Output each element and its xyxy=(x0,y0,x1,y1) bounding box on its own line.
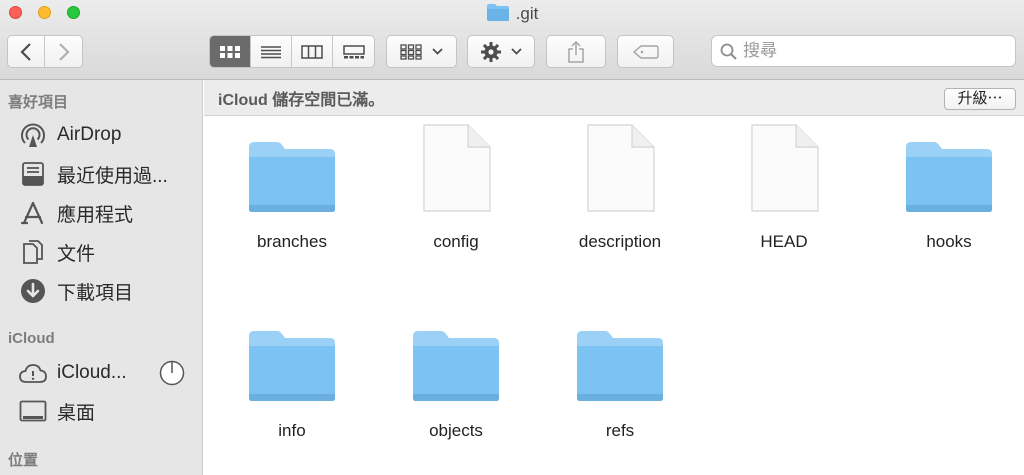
window-toolbar: .git xyxy=(0,0,1024,80)
file-name: objects xyxy=(429,421,483,440)
file-name: HEAD xyxy=(760,232,808,251)
action-menu-button[interactable] xyxy=(467,35,535,68)
sidebar-item-applications[interactable]: 應用程式 xyxy=(0,195,203,231)
document-icon xyxy=(584,123,656,218)
sidebar-item-label: 最近使用過... xyxy=(57,165,168,187)
file-name: refs xyxy=(605,421,635,440)
search-field[interactable] xyxy=(711,35,1016,67)
applications-icon xyxy=(18,198,48,228)
storage-usage-indicator-icon xyxy=(159,360,185,392)
downloads-icon xyxy=(18,276,48,306)
search-icon xyxy=(720,43,737,60)
forward-button[interactable] xyxy=(45,36,82,67)
list-view-button[interactable] xyxy=(251,36,292,67)
file-name: config xyxy=(433,232,479,251)
tags-button[interactable] xyxy=(617,35,674,68)
file-name: description xyxy=(578,232,662,251)
chevron-left-icon xyxy=(20,42,31,61)
folder-icon xyxy=(486,3,510,28)
column-view-button[interactable] xyxy=(292,36,333,67)
folder-icon xyxy=(904,139,994,218)
file-item[interactable]: info xyxy=(217,317,367,475)
folder-icon xyxy=(411,328,501,407)
tag-icon xyxy=(632,44,659,59)
sidebar-item-downloads[interactable]: 下載項目 xyxy=(0,273,203,309)
file-item[interactable]: config xyxy=(381,124,531,288)
list-icon xyxy=(261,45,281,58)
sidebar-item-label: 下載項目 xyxy=(57,282,134,304)
sidebar-item-desktop[interactable]: 桌面 xyxy=(0,393,203,429)
folder-icon xyxy=(247,139,337,218)
sidebar-item-recents[interactable]: 最近使用過... xyxy=(0,156,203,192)
share-icon xyxy=(568,40,584,63)
file-item[interactable]: branches xyxy=(217,128,367,288)
file-item[interactable]: refs xyxy=(545,317,695,475)
icloud-drive-icon xyxy=(18,358,48,388)
chevron-down-icon xyxy=(432,48,443,55)
sidebar-section-icloud: iCloud xyxy=(8,330,55,347)
document-icon xyxy=(420,123,492,218)
file-name: info xyxy=(278,421,306,440)
icon-grid-icon xyxy=(220,45,240,58)
gallery-icon xyxy=(342,44,365,58)
gallery-view-button[interactable] xyxy=(333,36,374,67)
icon-view-button[interactable] xyxy=(210,36,251,67)
search-input[interactable] xyxy=(743,41,1003,61)
sidebar-item-label: 桌面 xyxy=(57,402,96,424)
folder-icon xyxy=(575,328,665,407)
sidebar-item-airdrop[interactable]: AirDrop xyxy=(0,117,203,153)
group-grid-icon xyxy=(400,43,422,60)
chevron-right-icon xyxy=(58,42,70,61)
recents-icon xyxy=(18,159,48,189)
sidebar-item-label: 應用程式 xyxy=(57,204,134,226)
view-mode-control xyxy=(209,35,375,68)
back-forward-control xyxy=(7,35,83,68)
storage-full-banner: iCloud 儲存空間已滿。 升級⋯ xyxy=(204,80,1024,116)
gear-icon xyxy=(481,41,501,62)
window-title-text: .git xyxy=(515,4,539,23)
share-button[interactable] xyxy=(546,35,606,68)
back-button[interactable] xyxy=(8,36,45,67)
banner-text: iCloud 儲存空間已滿。 xyxy=(218,91,385,109)
file-name: branches xyxy=(257,232,327,251)
group-by-button[interactable] xyxy=(386,35,457,68)
folder-icon xyxy=(247,328,337,407)
upgrade-button[interactable]: 升級⋯ xyxy=(944,88,1016,110)
file-name: hooks xyxy=(926,232,972,251)
sidebar-item-label: 文件 xyxy=(57,243,96,265)
file-item[interactable]: objects xyxy=(381,317,531,475)
file-item[interactable]: HEAD xyxy=(709,124,859,288)
file-item[interactable]: hooks xyxy=(874,128,1024,288)
sidebar: 喜好項目 AirDrop 最近使用過... 應用程式 文件 下載項目 iClou… xyxy=(0,80,203,475)
sidebar-item-icloud-drive[interactable]: iCloud... xyxy=(0,355,203,391)
airdrop-icon xyxy=(18,120,48,150)
sidebar-item-label: iCloud... xyxy=(57,362,127,383)
sidebar-section-locations: 位置 xyxy=(8,452,39,469)
sidebar-item-documents[interactable]: 文件 xyxy=(0,234,203,270)
desktop-icon xyxy=(18,396,48,426)
columns-icon xyxy=(301,44,323,59)
document-icon xyxy=(748,123,820,218)
documents-icon xyxy=(18,237,48,267)
file-item[interactable]: description xyxy=(545,124,695,288)
window-title: .git xyxy=(0,3,1024,25)
sidebar-item-label: AirDrop xyxy=(57,124,122,145)
chevron-down-icon xyxy=(511,48,522,55)
sidebar-section-favorites: 喜好項目 xyxy=(8,94,69,111)
